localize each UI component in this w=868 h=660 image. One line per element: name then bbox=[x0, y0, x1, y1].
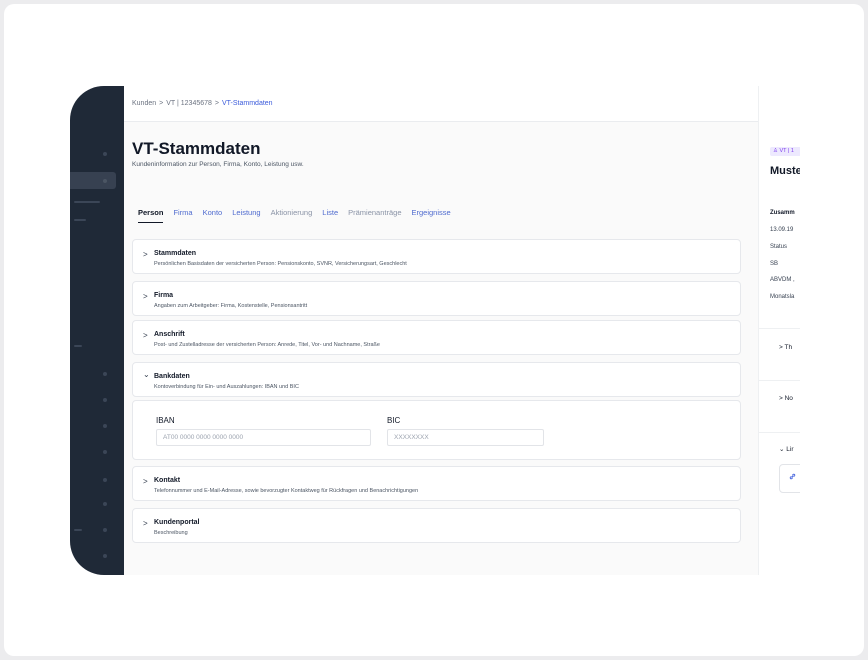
sidebar-icon[interactable] bbox=[103, 528, 107, 532]
bic-label: BIC bbox=[387, 416, 401, 425]
contract-badge: ♙ VT | 1 bbox=[770, 147, 800, 156]
sidebar-icon[interactable] bbox=[103, 450, 107, 454]
breadcrumb-item-vt[interactable]: VT | 12345678 bbox=[166, 100, 212, 107]
section-kontakt[interactable]: > Kontakt Telefonnummer und E-Mail-Adres… bbox=[132, 466, 741, 501]
section-title: Stammdaten bbox=[154, 250, 197, 257]
summary-row: Status bbox=[770, 244, 788, 250]
sidebar-item[interactable] bbox=[74, 201, 100, 203]
bic-input[interactable]: XXXXXXXX bbox=[387, 429, 544, 446]
accordion-th[interactable]: > Th bbox=[779, 344, 792, 351]
tab-aktionierung[interactable]: Aktionierung bbox=[271, 208, 313, 223]
chevron-right-icon: > bbox=[779, 344, 783, 351]
main-content: Kunden > VT | 12345678 > VT-Stammdaten V… bbox=[124, 86, 758, 575]
tab-ergeignisse[interactable]: Ergeignisse bbox=[412, 208, 451, 223]
section-firma[interactable]: > Firma Angaben zum Arbeitgeber: Firma, … bbox=[132, 281, 741, 316]
chevron-down-icon: ⌄ bbox=[779, 446, 785, 453]
chevron-right-icon: > bbox=[143, 292, 148, 301]
accordion-no[interactable]: > No bbox=[779, 395, 793, 402]
accordion-label: Lir bbox=[786, 446, 794, 453]
section-description: Telefonnummer und E-Mail-Adresse, sowie … bbox=[154, 488, 419, 494]
chevron-down-icon: ⌄ bbox=[143, 370, 150, 379]
summary-row: ABVDM , bbox=[770, 277, 795, 283]
link-card[interactable] bbox=[779, 464, 800, 493]
summary-row: 13.09.19 bbox=[770, 227, 794, 233]
divider bbox=[759, 380, 800, 381]
tab-liste[interactable]: Liste bbox=[322, 208, 338, 223]
chevron-right-icon: > bbox=[143, 519, 148, 528]
accordion-label: No bbox=[784, 395, 793, 402]
sidebar-item[interactable] bbox=[74, 219, 86, 221]
app-window: Kunden > VT | 12345678 > VT-Stammdaten V… bbox=[70, 86, 800, 575]
breadcrumb-separator: > bbox=[159, 100, 164, 107]
section-title: Kundenportal bbox=[154, 519, 200, 526]
section-title: Firma bbox=[154, 292, 174, 299]
sidebar-icon[interactable] bbox=[103, 424, 107, 428]
customer-summary-panel: ♙ VT | 1 Muste Zusamm 13.09.19 Status SB… bbox=[758, 86, 800, 575]
section-title: Anschrift bbox=[154, 331, 185, 338]
sidebar-icon[interactable] bbox=[103, 179, 107, 183]
breadcrumb-item-current: VT-Stammdaten bbox=[222, 100, 273, 107]
section-title: Bankdaten bbox=[154, 373, 190, 380]
sidebar-item-active[interactable] bbox=[70, 172, 116, 189]
link-icon bbox=[789, 473, 796, 480]
sidebar bbox=[70, 86, 124, 575]
chevron-right-icon: > bbox=[143, 331, 148, 340]
divider bbox=[759, 432, 800, 433]
section-kundenportal[interactable]: > Kundenportal Beschreibung bbox=[132, 508, 741, 543]
chevron-right-icon: > bbox=[143, 250, 148, 259]
tab-bar: Person Firma Konto Leistung Aktionierung… bbox=[138, 208, 451, 223]
page-subtitle: Kundeninformation zur Person, Firma, Kon… bbox=[132, 161, 304, 168]
iban-label: IBAN bbox=[156, 416, 175, 425]
breadcrumb-separator: > bbox=[214, 100, 219, 107]
section-description: Post- und Zustelladresse der versicherte… bbox=[154, 342, 380, 348]
breadcrumb-item-kunden[interactable]: Kunden bbox=[132, 100, 156, 107]
page-title: VT-Stammdaten bbox=[132, 139, 261, 158]
sidebar-item[interactable] bbox=[74, 529, 82, 531]
summary-row: Monatsla bbox=[770, 294, 795, 300]
section-description: Kontoverbindung für Ein- und Auszahlunge… bbox=[154, 384, 299, 390]
chevron-right-icon: > bbox=[143, 477, 148, 486]
accordion-label: Th bbox=[784, 344, 793, 351]
tab-praemienantraege[interactable]: Prämienanträge bbox=[348, 208, 401, 223]
section-description: Beschreibung bbox=[154, 530, 188, 536]
bankdaten-panel: IBAN AT00 0000 0000 0000 0000 BIC XXXXXX… bbox=[132, 400, 741, 460]
section-description: Persönlichen Basisdaten der versicherten… bbox=[154, 261, 407, 267]
sidebar-icon[interactable] bbox=[103, 152, 107, 156]
sidebar-item[interactable] bbox=[74, 345, 82, 347]
iban-input[interactable]: AT00 0000 0000 0000 0000 bbox=[156, 429, 371, 446]
window-frame: Kunden > VT | 12345678 > VT-Stammdaten V… bbox=[4, 4, 864, 656]
section-anschrift[interactable]: > Anschrift Post- und Zustelladresse der… bbox=[132, 320, 741, 355]
tab-leistung[interactable]: Leistung bbox=[232, 208, 260, 223]
summary-heading: Zusamm bbox=[770, 210, 795, 216]
top-bar: Kunden > VT | 12345678 > VT-Stammdaten bbox=[124, 86, 758, 122]
divider bbox=[759, 328, 800, 329]
summary-row: SB bbox=[770, 261, 779, 267]
sidebar-icon[interactable] bbox=[103, 502, 107, 506]
sidebar-icon[interactable] bbox=[103, 554, 107, 558]
sidebar-icon[interactable] bbox=[103, 398, 107, 402]
sidebar-icon[interactable] bbox=[103, 478, 107, 482]
accordion-lir[interactable]: ⌄ Lir bbox=[779, 445, 794, 453]
chevron-right-icon: > bbox=[779, 395, 783, 402]
sidebar-icon[interactable] bbox=[103, 372, 107, 376]
section-bankdaten[interactable]: ⌄ Bankdaten Kontoverbindung für Ein- und… bbox=[132, 362, 741, 397]
tab-person[interactable]: Person bbox=[138, 208, 164, 223]
tab-konto[interactable]: Konto bbox=[203, 208, 223, 223]
section-description: Angaben zum Arbeitgeber: Firma, Kostenst… bbox=[154, 303, 308, 309]
customer-name: Muste bbox=[770, 165, 800, 177]
section-stammdaten[interactable]: > Stammdaten Persönlichen Basisdaten der… bbox=[132, 239, 741, 274]
breadcrumb: Kunden > VT | 12345678 > VT-Stammdaten bbox=[132, 100, 273, 107]
tab-firma[interactable]: Firma bbox=[173, 208, 192, 223]
section-title: Kontakt bbox=[154, 477, 181, 484]
